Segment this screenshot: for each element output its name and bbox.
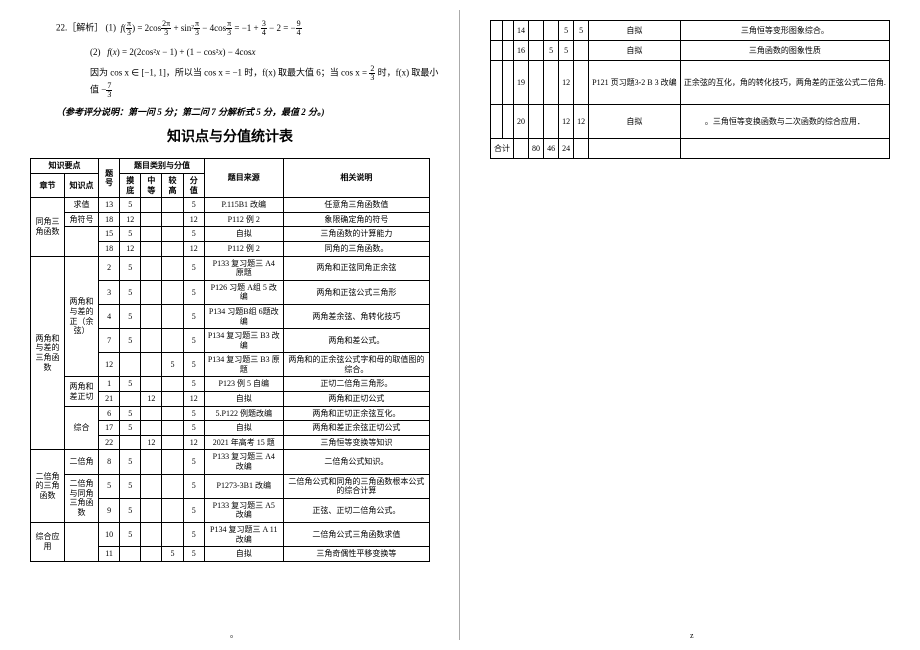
h-kp: 知识点 [65,173,99,197]
right-page: 1455自拟三角恒等变形图象综合。 1655自拟三角函数的图象性质 1912P1… [460,0,920,650]
right-table: 1455自拟三角恒等变形图象综合。 1655自拟三角函数的图象性质 1912P1… [490,20,890,159]
table-row: 1655自拟三角函数的图象性质 [491,41,890,61]
knowledge-table: 知识要点 题号 题目类别与分值 题目来源 相关说明 章节 知识点 摸底 中等 较… [30,158,430,561]
problem-22-part2: (2) f(x) = 2(2cos²x − 1) + (1 − cos²x) −… [90,45,444,59]
table-row: 二倍角与同角三角函数555P1273-3B1 改编二倍角公式和同角的三角函数根本… [31,474,430,498]
left-page: 22.［解析］ (1) f(π3) = 2cos2π3 + sin²π3 − 4… [0,0,460,650]
h-qnum: 题号 [99,159,120,198]
h-scoretype: 题目类别与分值 [120,159,205,174]
kp-cell: 角符号 [65,212,99,227]
kp-cell: 求值 [65,198,99,213]
page-number-right: z [690,631,694,640]
h-score: 分值 [183,173,204,197]
problem-22-part1: 22.［解析］ (1) f(π3) = 2cos2π3 + sin²π3 − 4… [56,20,444,37]
h-mid: 中等 [141,173,162,197]
totals-row: 合计804624 [491,139,890,159]
table-row: 二倍角的三角函数二倍角855P133 复习题三 A4 改编二倍角公式知识。 [31,450,430,474]
table-row: 1555自拟三角函数的计算能力 [31,227,430,242]
header-row-1: 知识要点 题号 题目类别与分值 题目来源 相关说明 [31,159,430,174]
table-title: 知识点与分值统计表 [16,126,444,146]
table-row: 1455自拟三角恒等变形图象综合。 [491,21,890,41]
kp-cell: 二倍角 [65,450,99,474]
h-high: 较高 [162,173,183,197]
kp-cell: 二倍角与同角三角函数 [65,474,99,522]
table-row: 两角和差正切155P123 例 5 自编正切二倍角三角形。 [31,377,430,392]
totals-label: 合计 [491,139,514,159]
part1-math: f(π3) = 2cos2π3 + sin²π3 − 4cosπ3 = −1 +… [121,23,302,33]
explain-prefix: 因为 cos x ∈ [−1, 1]，所以当 cos x = −1 时，f(x)… [90,68,369,78]
kp-cell: 两角和与差的正（余弦） [65,256,99,377]
table-row: 同角三角函数求值1355P.115B1 改编任意角三角函数值 [31,198,430,213]
h-basic: 摸底 [120,173,141,197]
problem-22-explain: 因为 cos x ∈ [−1, 1]，所以当 cos x = −1 时，f(x)… [90,65,444,99]
chapter-cell: 综合应用 [31,523,65,562]
h-chapter: 章节 [31,173,65,197]
kp-cell: 两角和差正切 [65,377,99,406]
part2-label: (2) [90,47,101,57]
h-source: 题目来源 [204,159,283,198]
part2-math: f(x) = 2(2cos²x − 1) + (1 − cos²x) − 4co… [107,47,255,57]
kp-cell: 综合 [65,406,99,450]
chapter-cell: 同角三角函数 [31,198,65,256]
scoring-note: （参考评分说明：第一问 5 分；第二问 7 分解析式 5 分，最值 2 分。) [56,105,444,118]
h-note: 相关说明 [283,159,429,198]
page-number-left: 。 [230,629,238,640]
chapter-cell: 二倍角的三角函数 [31,450,65,523]
table-row: 201212自拟。三角恒等变换函数与二次函数的综合应用． [491,105,890,139]
chapter-cell: 两角和与差的三角函数 [31,256,65,450]
h-knowledge: 知识要点 [31,159,99,174]
table-row: 综合应用1055P134 复习题三 A 11 改编二倍角公式三角函数求值 [31,523,430,547]
table-row: 两角和与差的三角函数两角和与差的正（余弦）255P133 复习题三 A4 原题两… [31,256,430,280]
table-row: 角符号181212P112 例 2象限确定角的符号 [31,212,430,227]
table-row: 综合6555.P122 例题改编两角和正切正余弦互化。 [31,406,430,421]
problem-number: 22.［解析］ [56,23,103,33]
part1-label: (1) [106,23,117,33]
table-row: 1912P121 页习题3-2 B 3 改编正余弦的互化，角的转化技巧，两角差的… [491,61,890,105]
